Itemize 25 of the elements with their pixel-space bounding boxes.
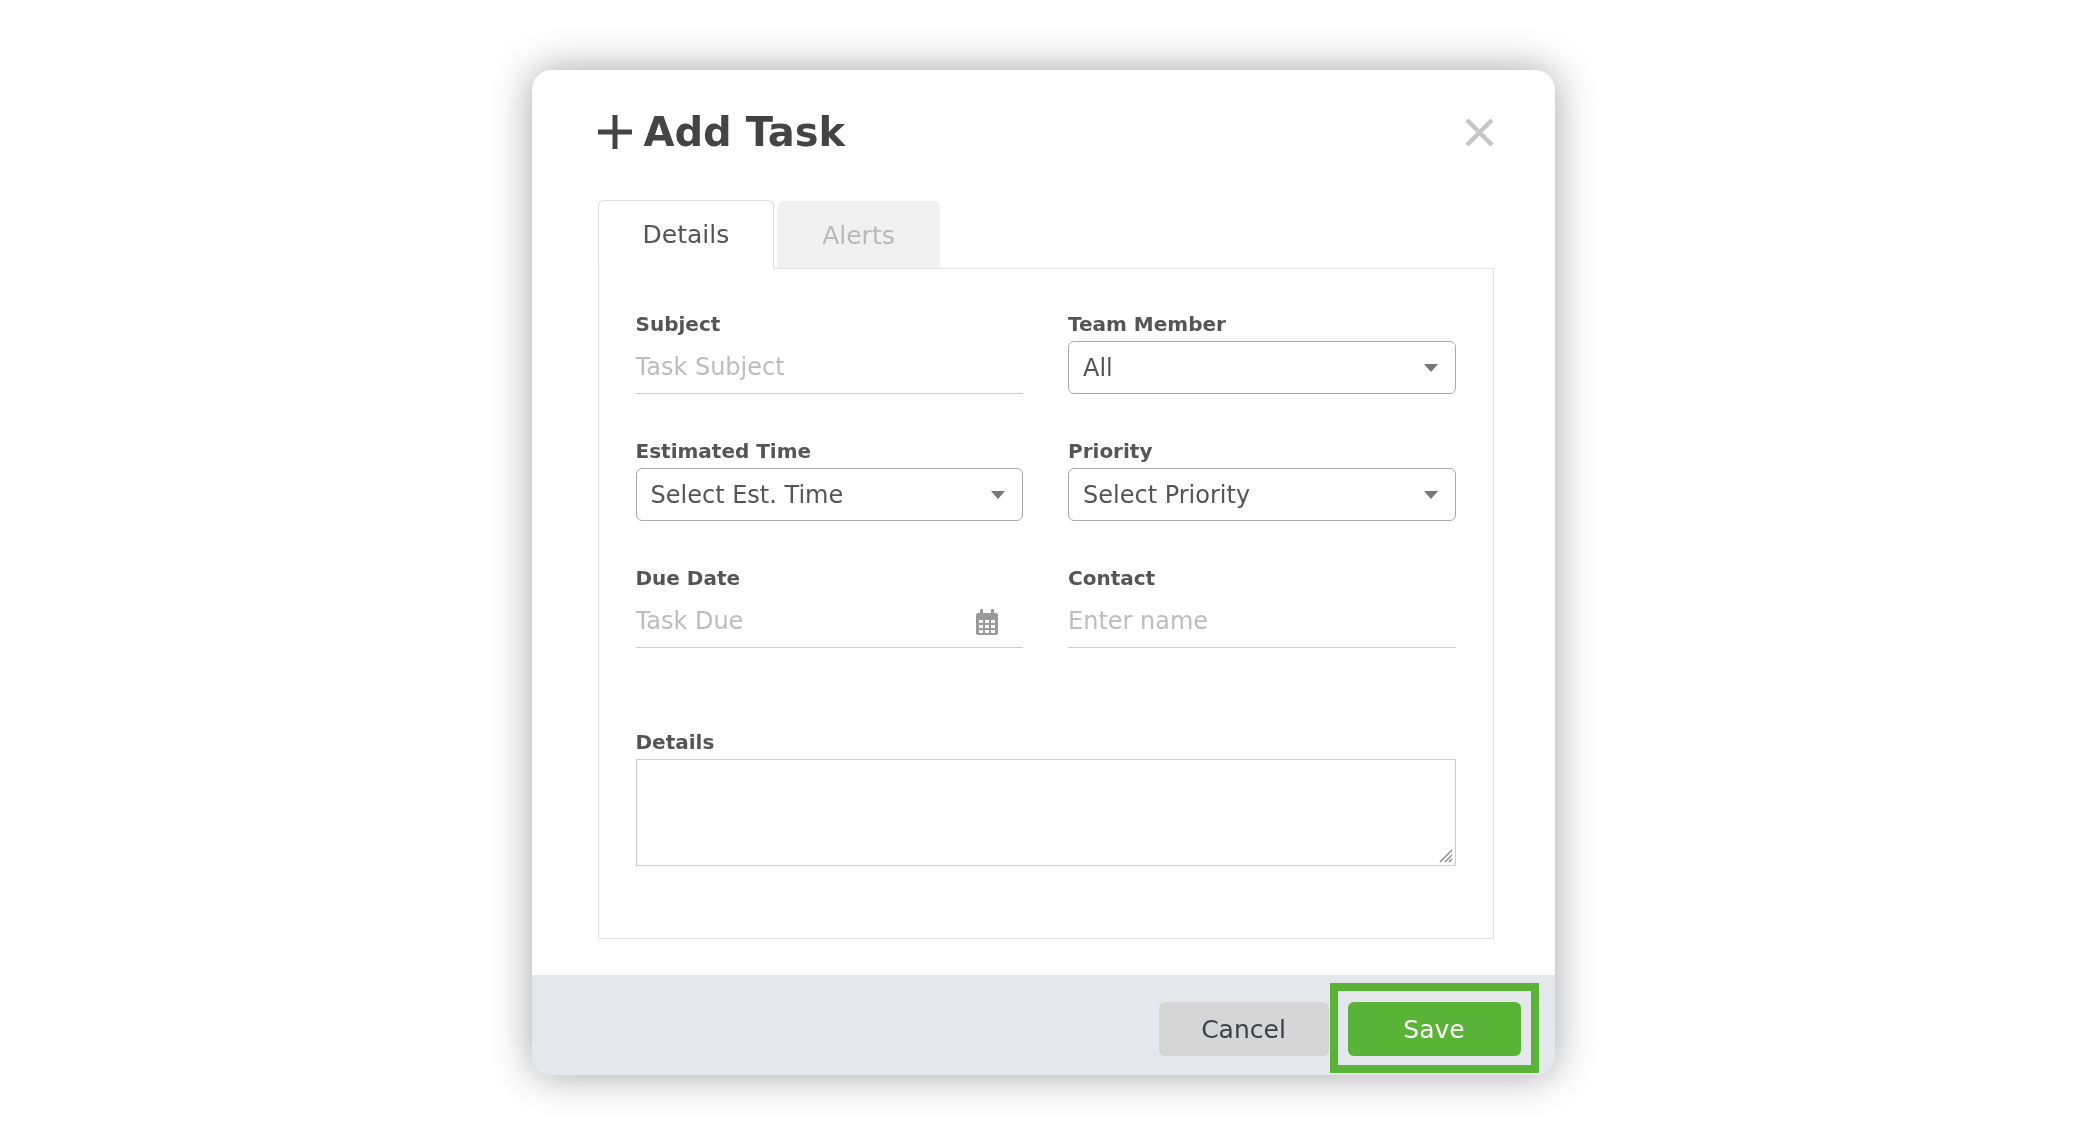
date-field[interactable]: Task Due [635,595,1023,648]
field-label: Priority [1068,438,1154,465]
plus-icon [597,115,632,149]
resize-grip-icon[interactable] [1438,849,1453,863]
textarea-field[interactable] [635,759,1456,866]
field-label: Details [635,729,716,756]
dropdown[interactable]: All [1068,341,1456,394]
field-label: Due Date [635,565,742,592]
tab[interactable]: Details [597,200,775,269]
field-label: Team Member [1068,311,1227,338]
dropdown[interactable]: Select Priority [1068,468,1456,521]
text-field[interactable]: Task Subject [635,341,1023,394]
close-icon [1464,117,1494,147]
close-button[interactable] [1464,117,1494,147]
dialog-title: Add Task [643,108,846,157]
caret-icon [991,490,1005,499]
dropdown[interactable]: Select Est. Time [635,468,1023,521]
field-label: Contact [1068,565,1157,592]
text-field[interactable]: Enter name [1068,595,1456,648]
cancel-button[interactable]: Cancel [1158,1002,1329,1056]
field-label: Estimated Time [635,438,813,465]
calendar-icon[interactable] [976,609,998,635]
field-label: Subject [635,311,722,338]
caret-icon [1423,363,1438,372]
caret-icon [1423,490,1438,499]
